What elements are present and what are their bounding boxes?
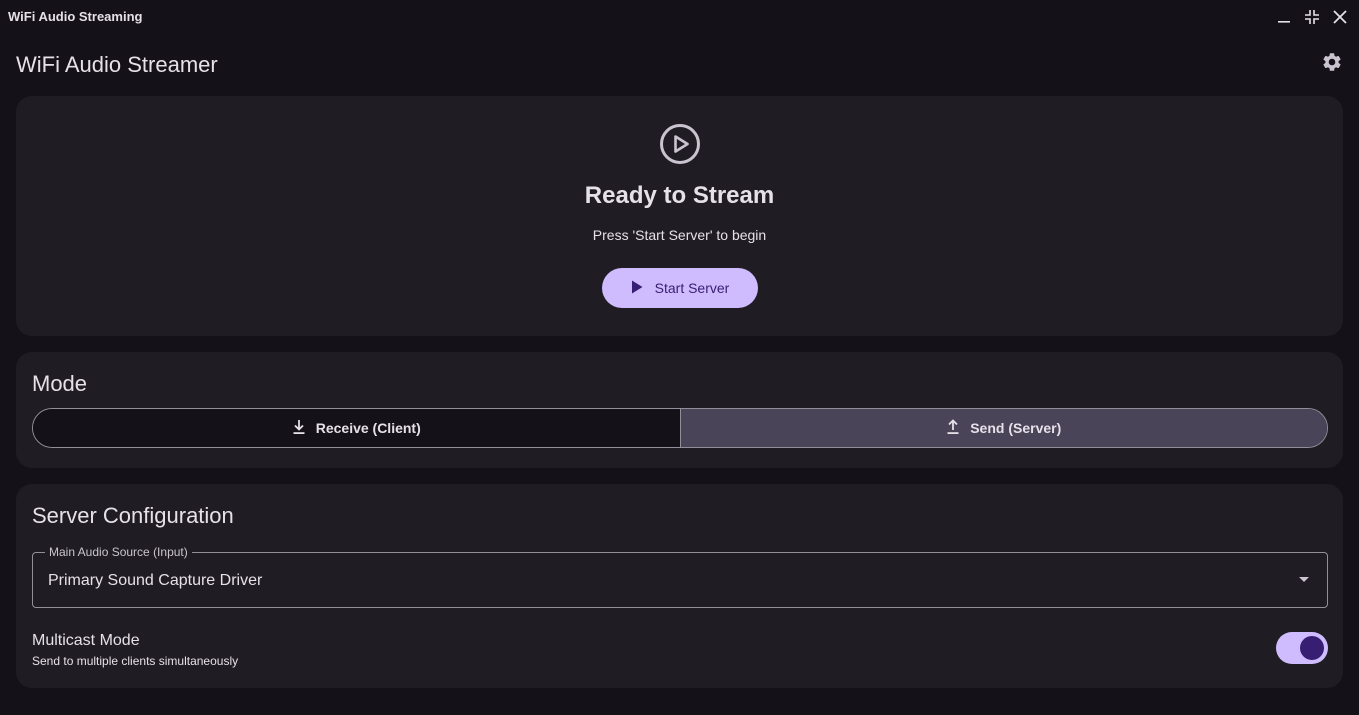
multicast-title: Multicast Mode (32, 632, 140, 649)
mode-send-server-button[interactable]: Send (Server) (680, 409, 1327, 447)
mode-title: Mode (32, 371, 88, 396)
download-icon (292, 419, 306, 438)
mode-send-label: Send (Server) (970, 420, 1062, 436)
mode-segmented-control: Receive (Client) Send (Server) (32, 408, 1328, 448)
status-title: Ready to Stream (584, 182, 775, 209)
chevron-down-icon (1299, 577, 1309, 582)
close-icon[interactable] (1329, 6, 1351, 28)
gear-icon (1321, 51, 1343, 78)
play-circle-icon (659, 123, 701, 165)
audio-source-label: Main Audio Source (Input) (45, 545, 192, 559)
server-config-card: Server Configuration Main Audio Source (… (16, 484, 1343, 688)
audio-source-value: Primary Sound Capture Driver (48, 572, 263, 589)
toggle-thumb (1300, 636, 1324, 660)
settings-button[interactable] (1318, 50, 1346, 78)
audio-source-dropdown[interactable]: Main Audio Source (Input) Primary Sound … (32, 545, 1328, 608)
multicast-toggle[interactable] (1276, 632, 1328, 664)
upload-icon (946, 418, 960, 438)
status-subtitle: Press 'Start Server' to begin (592, 227, 767, 243)
play-icon (631, 280, 643, 297)
window-titlebar: WiFi Audio Streaming (0, 0, 1359, 34)
minimize-icon[interactable] (1273, 6, 1295, 28)
status-card: Ready to Stream Press 'Start Server' to … (16, 96, 1343, 336)
mode-receive-client-button[interactable]: Receive (Client) (33, 409, 681, 447)
start-server-button[interactable]: Start Server (602, 268, 758, 308)
app-title: WiFi Audio Streamer (16, 52, 218, 77)
multicast-subtitle: Send to multiple clients simultaneously (32, 654, 239, 668)
start-server-label: Start Server (654, 280, 730, 296)
restore-icon[interactable] (1301, 6, 1323, 28)
server-config-title: Server Configuration (32, 503, 234, 528)
mode-receive-label: Receive (Client) (315, 420, 421, 436)
window-title: WiFi Audio Streaming (8, 9, 143, 24)
mode-card: Mode Receive (Client) Send (Server) (16, 352, 1343, 468)
